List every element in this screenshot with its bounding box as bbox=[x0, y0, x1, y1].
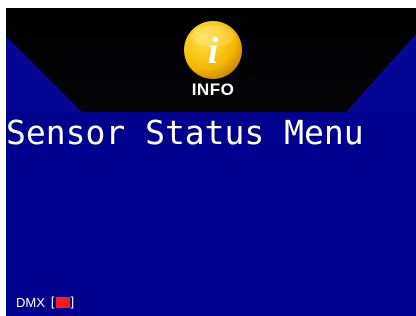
info-label: INFO bbox=[191, 80, 235, 99]
device-screen: i INFO Sensor Status Menu DMX [ ] bbox=[6, 8, 416, 316]
dmx-bracket-close: ] bbox=[70, 294, 75, 309]
dmx-status-indicator bbox=[55, 296, 70, 308]
info-icon: i bbox=[184, 21, 242, 79]
info-badge: i INFO bbox=[182, 19, 244, 103]
dmx-bracket-open: [ bbox=[50, 294, 55, 309]
info-icon-glyph: i bbox=[208, 30, 219, 72]
page-title: Sensor Status Menu bbox=[6, 113, 364, 152]
dmx-label: DMX bbox=[16, 294, 45, 310]
dmx-status: DMX [ ] bbox=[16, 293, 74, 311]
